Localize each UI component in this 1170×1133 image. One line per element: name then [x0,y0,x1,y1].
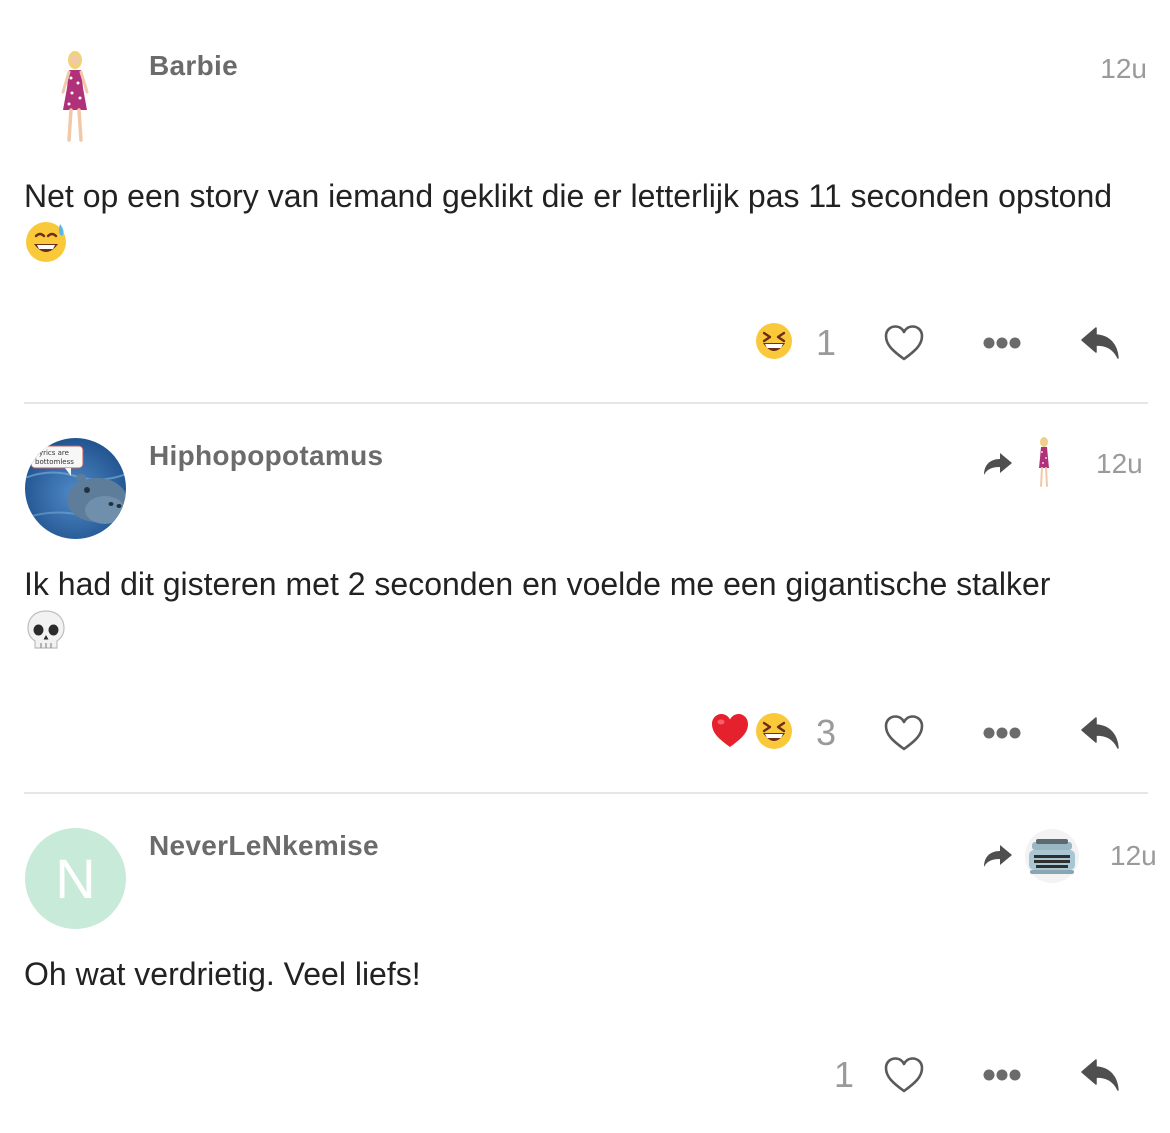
share-arrow-icon [984,845,1012,867]
reactions-summary[interactable]: 1 [754,318,836,368]
comment-text-content: Net op een story van iemand geklikt die … [24,178,1113,214]
reaction-count: 3 [816,712,837,753]
laughing-emoji [754,711,794,756]
comment-item: N NeverLeNkemise 12u Oh wat verdrietig. … [0,794,1170,1133]
quoted-reply-indicator[interactable]: 12u [982,436,1143,492]
laughing-emoji [754,321,794,366]
comment-text-content: Ik had dit gisteren met 2 seconden en vo… [24,566,1051,602]
heart-outline-icon [884,325,924,361]
more-options-button[interactable] [980,1050,1024,1100]
reply-arrow-icon [1081,717,1119,749]
comment-actions: 1 [0,1050,1170,1100]
heart-outline-icon [884,1057,924,1093]
comment-item: Barbie 12u Net op een story van iemand g… [0,0,1170,404]
reaction-count: 1 [816,322,837,363]
like-button[interactable] [880,318,928,368]
reaction-count: 1 [834,1054,855,1095]
more-dots-icon [983,727,1021,739]
comment-actions: 1 [0,318,1170,368]
more-dots-icon [983,1069,1021,1081]
comment-text: Net op een story van iemand geklikt die … [24,172,1134,277]
comment-text: Ik had dit gisteren met 2 seconden en vo… [24,560,1134,667]
skull-emoji [24,608,68,667]
barbie-doll-avatar [1039,437,1049,487]
letter-avatar[interactable]: N [25,828,126,929]
heart-outline-icon [884,715,924,751]
like-button[interactable] [880,708,928,758]
reply-button[interactable] [1078,318,1122,368]
comment-username[interactable]: NeverLeNkemise [149,830,379,862]
comment-username[interactable]: Barbie [149,50,238,82]
sweat-smile-emoji [24,220,68,277]
comment-timestamp: 12u [1096,448,1143,479]
comment-actions: 3 [0,708,1170,758]
comment-timestamp: 12u [1100,53,1147,84]
red-heart-emoji [710,712,750,755]
reply-button[interactable] [1078,708,1122,758]
more-options-button[interactable] [980,708,1024,758]
svg-text:bottomless: bottomless [35,458,74,466]
reply-arrow-icon [1081,327,1119,359]
typewriter-avatar [1025,829,1079,883]
quoted-reply-indicator[interactable]: 12u [982,828,1157,884]
reply-arrow-icon [1081,1059,1119,1091]
comment-username[interactable]: Hiphopopotamus [149,440,383,472]
comment-text: Oh wat verdrietig. Veel liefs! [24,950,1134,998]
comment-text-content: Oh wat verdrietig. Veel liefs! [24,956,421,992]
more-dots-icon [983,337,1021,349]
like-button[interactable] [880,1050,928,1100]
reactions-summary[interactable]: 1 [834,1050,854,1100]
hippo-avatar[interactable]: lyrics are bottomless [25,438,126,539]
more-options-button[interactable] [980,318,1024,368]
comment-timestamp: 12u [1110,840,1157,871]
comment-item: lyrics are bottomless Hiphopopotamus 12u… [0,404,1170,794]
share-arrow-icon [984,453,1012,475]
barbie-avatar[interactable] [25,48,126,149]
reactions-summary[interactable]: 3 [710,708,836,758]
reply-button[interactable] [1078,1050,1122,1100]
avatar-caption: lyrics are [37,449,69,457]
